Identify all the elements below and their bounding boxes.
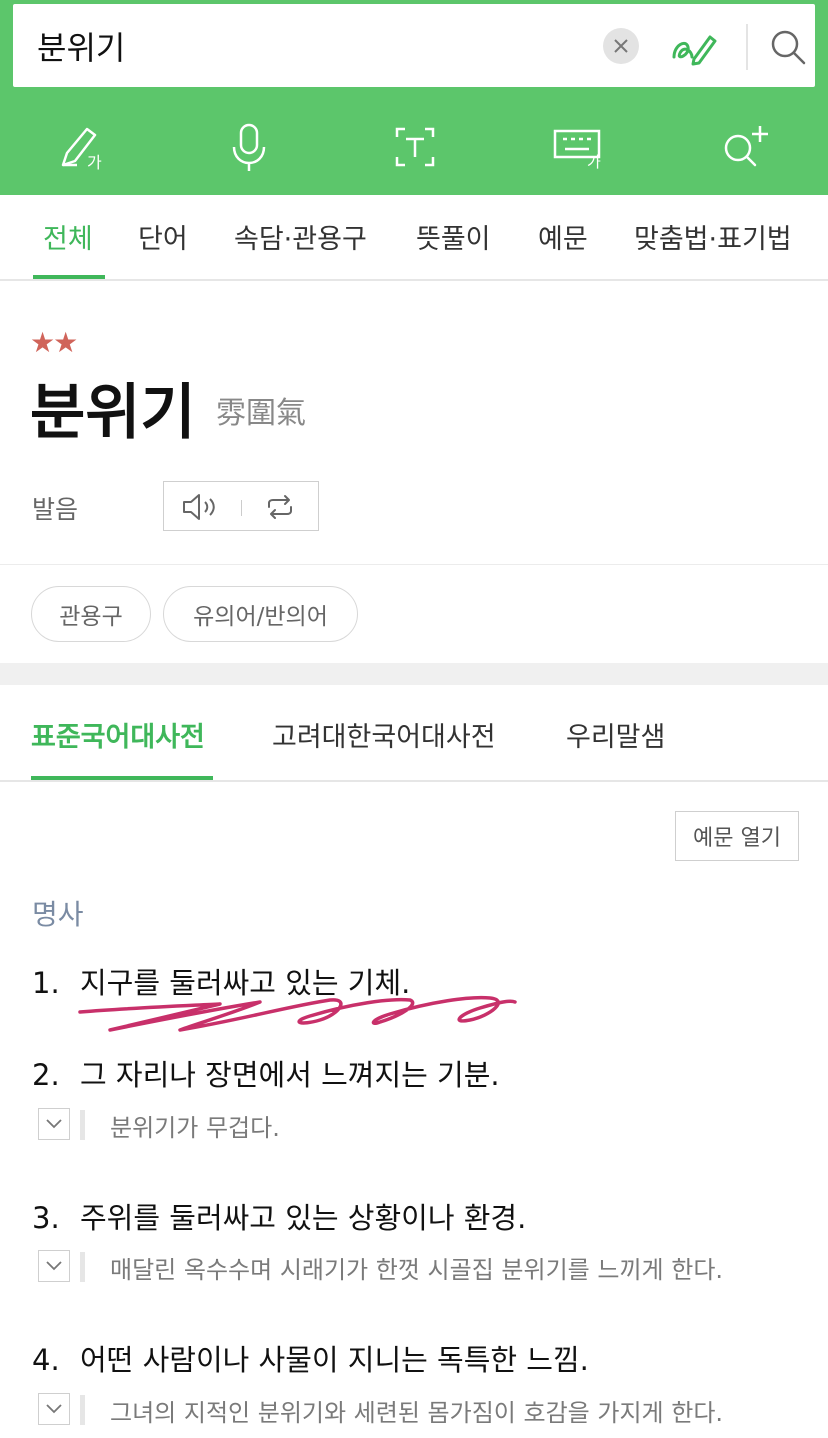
tab-all[interactable]: 전체 — [43, 217, 93, 256]
tab-spelling[interactable]: 맞춤법·표기법 — [634, 217, 792, 256]
example-bar — [80, 1252, 85, 1282]
importance-stars: ★★ — [30, 326, 78, 359]
pronunciation-separator — [241, 500, 242, 516]
tab-meaning[interactable]: 뜻풀이 — [416, 217, 491, 256]
section-band — [0, 663, 828, 685]
pronunciation-label: 발음 — [32, 495, 79, 524]
chip-synonym-antonym[interactable]: 유의어/반의어 — [163, 586, 358, 642]
definition-number: 4. — [32, 1343, 60, 1377]
definition-4: 4. 어떤 사람이나 사물이 지니는 독특한 느낌. — [32, 1337, 589, 1379]
open-examples-button[interactable]: 예문 열기 — [675, 811, 799, 861]
search-header: 가 가 — [0, 0, 828, 195]
clear-icon[interactable] — [603, 28, 639, 64]
search-icon[interactable] — [763, 22, 813, 72]
svg-text:가: 가 — [587, 153, 601, 169]
handwritten-scribble-annotation — [78, 995, 517, 1032]
definition-number: 2. — [32, 1058, 60, 1092]
definition-text: 주위를 둘러싸고 있는 상황이나 환경. — [80, 1201, 527, 1235]
dict-tab-urimalsaem[interactable]: 우리말샘 — [566, 715, 665, 754]
example-text: 그녀의 지적인 분위기와 세련된 몸가짐이 호감을 가지게 한다. — [110, 1399, 724, 1427]
headword: 분위기 — [30, 378, 196, 448]
voice-mic-icon[interactable] — [209, 112, 289, 182]
example-bar — [80, 1395, 85, 1425]
tab-example[interactable]: 예문 — [538, 217, 588, 256]
search-divider — [746, 24, 748, 70]
example-text: 매달린 옥수수며 시래기가 한껏 시골집 분위기를 느끼게 한다. — [110, 1256, 724, 1284]
definition-text: 그 자리나 장면에서 느껴지는 기분. — [80, 1058, 500, 1092]
tab-idiom[interactable]: 속담·관용구 — [234, 217, 367, 256]
result-tabs: 전체 단어 속담·관용구 뜻풀이 예문 맞춤법·표기법 — [0, 195, 828, 281]
definition-text: 어떤 사람이나 사물이 지니는 독특한 느낌. — [80, 1343, 589, 1377]
svg-text:가: 가 — [87, 153, 102, 172]
keyboard-icon[interactable]: 가 — [541, 112, 621, 182]
handwriting-icon[interactable] — [669, 22, 719, 72]
active-tab-indicator — [33, 275, 105, 279]
pronunciation-controls — [163, 481, 319, 531]
repeat-icon[interactable] — [260, 490, 300, 524]
speaker-icon[interactable] — [180, 490, 220, 524]
definition-2: 2. 그 자리나 장면에서 느껴지는 기분. — [32, 1052, 500, 1094]
hanja: 雰圍氣 — [216, 396, 306, 431]
advanced-search-icon[interactable] — [707, 112, 787, 182]
definition-3: 3. 주위를 둘러싸고 있는 상황이나 환경. — [32, 1195, 526, 1237]
chevron-down-icon[interactable] — [38, 1250, 70, 1282]
part-of-speech: 명사 — [32, 898, 84, 931]
dictionary-tabs: 표준국어대사전 고려대한국어대사전 우리말샘 — [0, 685, 828, 782]
search-input[interactable] — [37, 22, 577, 70]
chip-idiom[interactable]: 관용구 — [31, 586, 151, 642]
chevron-down-icon[interactable] — [38, 1393, 70, 1425]
dict-tab-standard[interactable]: 표준국어대사전 — [31, 715, 205, 754]
example-text: 분위기가 무겁다. — [110, 1114, 280, 1142]
input-tool-row: 가 가 — [0, 100, 828, 190]
definition-number: 3. — [32, 1201, 60, 1235]
text-scan-icon[interactable] — [375, 112, 455, 182]
example-bar — [80, 1110, 85, 1140]
search-box — [13, 4, 815, 87]
tab-word[interactable]: 단어 — [138, 217, 188, 256]
handwriting-input-icon[interactable]: 가 — [43, 112, 123, 182]
dict-tab-korea-univ[interactable]: 고려대한국어대사전 — [272, 715, 496, 754]
active-dict-tab-indicator — [31, 776, 213, 780]
section-divider — [0, 564, 828, 565]
chevron-down-icon[interactable] — [38, 1108, 70, 1140]
